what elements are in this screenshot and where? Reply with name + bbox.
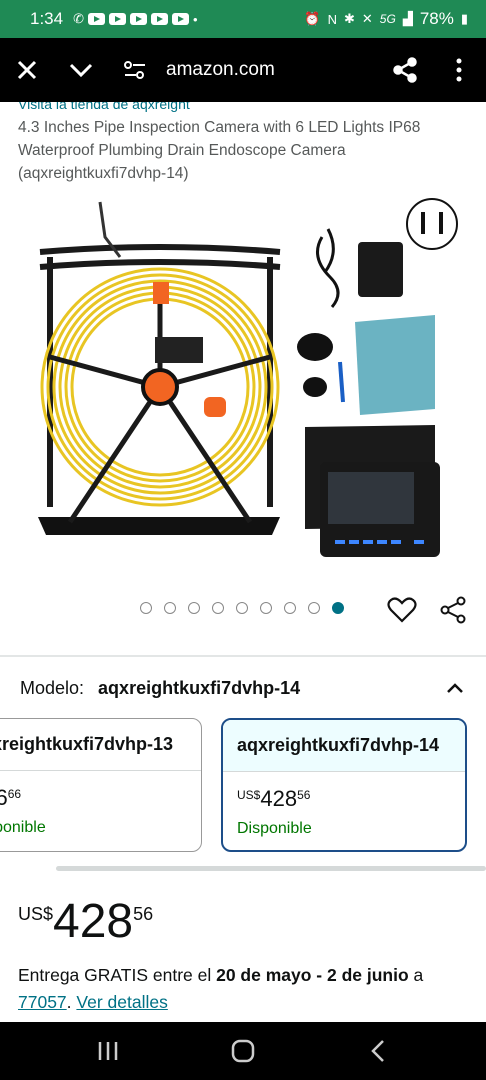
delivery-info: Entrega GRATIS entre el 20 de mayo - 2 d… — [18, 962, 478, 1016]
carousel-dot[interactable] — [308, 602, 320, 614]
storage-pouch — [355, 315, 435, 415]
model-label: Modelo: — [20, 677, 85, 698]
store-link[interactable]: Visita la tienda de aqxreight — [18, 102, 190, 112]
youtube-icon — [151, 13, 168, 25]
recent-apps-button[interactable] — [88, 1031, 128, 1071]
delivery-prefix: Entrega GRATIS entre el — [18, 965, 217, 985]
signal-icon: ▟ — [402, 11, 413, 26]
system-nav-bar — [0, 1022, 486, 1080]
section-divider — [0, 655, 486, 657]
price-whole: 428 — [53, 895, 134, 948]
variant-option[interactable]: aqxreightkuxfi7dvhp-13 386 66 Disponible — [0, 718, 202, 852]
status-time: 1:34 — [30, 9, 64, 28]
heart-icon[interactable] — [387, 596, 417, 624]
battery-level: 78% — [419, 9, 454, 28]
share-icon[interactable] — [438, 596, 468, 624]
alarm-icon: ⏰ — [304, 11, 321, 26]
minimize-button[interactable] — [54, 38, 108, 102]
battery-icon: ▮ — [460, 11, 468, 26]
power-adapter — [358, 242, 403, 297]
back-icon — [371, 1040, 385, 1062]
browser-toolbar: amazon.com — [0, 38, 486, 102]
youtube-icon — [109, 13, 126, 25]
reel-hub — [141, 368, 179, 406]
connector-box — [155, 337, 203, 363]
youtube-icon — [130, 13, 147, 25]
network-type: 5G — [379, 12, 396, 26]
delivery-suffix: a — [408, 965, 424, 985]
price-cents: 56 — [133, 904, 154, 924]
variant-price: 386 66 — [0, 785, 187, 811]
carousel-dot-active[interactable] — [332, 602, 344, 614]
variant-price-cents: 56 — [297, 788, 311, 802]
cable-clip — [204, 397, 226, 417]
usb-cable — [316, 228, 340, 308]
carousel-dot[interactable] — [260, 602, 272, 614]
home-icon — [231, 1039, 255, 1063]
variant-price-cents: 66 — [7, 787, 22, 801]
variant-availability: Disponible — [237, 820, 312, 837]
back-button[interactable] — [358, 1031, 398, 1071]
us-plug-badge — [406, 198, 458, 250]
close-tab-button[interactable] — [0, 38, 54, 102]
details-link[interactable]: Ver detalles — [76, 992, 167, 1012]
bluetooth-icon: ✱ — [343, 11, 355, 26]
menu-button[interactable] — [432, 38, 486, 102]
variant-name: aqxreightkuxfi7dvhp-14 — [223, 720, 465, 772]
variant-price: US$ 428 56 — [237, 786, 451, 812]
youtube-icon — [172, 13, 189, 25]
carousel-dot[interactable] — [212, 602, 224, 614]
delivery-dates: 20 de mayo - 2 de junio — [216, 965, 409, 985]
youtube-icon — [88, 13, 105, 25]
home-button[interactable] — [223, 1031, 263, 1071]
cable-clip — [153, 282, 169, 304]
product-title: 4.3 Inches Pipe Inspection Camera with 6… — [18, 119, 421, 182]
delivery-sep: . — [66, 992, 77, 1012]
chevron-up-icon[interactable] — [444, 677, 466, 699]
share-icon — [393, 57, 417, 83]
image-carousel-dots[interactable] — [140, 602, 344, 614]
variant-option-selected[interactable]: aqxreightkuxfi7dvhp-14 US$ 428 56 Dispon… — [221, 718, 467, 852]
price-currency: US$ — [18, 904, 54, 924]
product-price: US$ 428 56 — [18, 898, 153, 946]
lens-hood — [303, 377, 327, 397]
more-icon — [456, 58, 462, 82]
model-value: aqxreightkuxfi7dvhp-14 — [98, 677, 301, 698]
variant-scrollbar[interactable] — [56, 866, 486, 871]
site-settings-icon — [124, 61, 145, 79]
share-button[interactable] — [378, 38, 432, 102]
status-bar: 1:34 ✆ • ⏰ N ✱ ✕ 5G ▟ 78% ▮ — [0, 0, 486, 38]
more-notifications-icon: • — [193, 11, 198, 27]
variant-availability: Disponible — [0, 819, 46, 836]
page-content: Visita la tienda de aqxreight 4.3 Inches… — [0, 102, 486, 1022]
url-text[interactable]: amazon.com — [166, 59, 378, 81]
carousel-dot[interactable] — [284, 602, 296, 614]
site-settings-button[interactable] — [108, 38, 162, 102]
carousel-dot[interactable] — [140, 602, 152, 614]
variant-price-whole: 428 — [260, 786, 298, 811]
variant-currency: US$ — [237, 788, 261, 802]
carousel-dot[interactable] — [236, 602, 248, 614]
mute-icon: ✕ — [361, 11, 373, 26]
variant-price-whole: 386 — [0, 785, 8, 811]
carousel-dot[interactable] — [188, 602, 200, 614]
zip-code-link[interactable]: 77057 — [18, 992, 67, 1012]
chevron-down-icon — [69, 63, 93, 78]
variant-name: aqxreightkuxfi7dvhp-13 — [0, 719, 201, 771]
product-image[interactable] — [10, 197, 476, 597]
monitor-screen — [328, 472, 414, 524]
close-icon — [17, 60, 37, 80]
lens-hood — [297, 333, 333, 361]
phone-icon: ✆ — [73, 11, 84, 26]
notification-icons: ✆ • — [73, 11, 197, 27]
nfc-icon: N — [327, 11, 337, 27]
carousel-dot[interactable] — [164, 602, 176, 614]
model-selector-header[interactable]: Modelo: aqxreightkuxfi7dvhp-14 — [20, 676, 466, 700]
recent-apps-icon — [98, 1042, 117, 1060]
